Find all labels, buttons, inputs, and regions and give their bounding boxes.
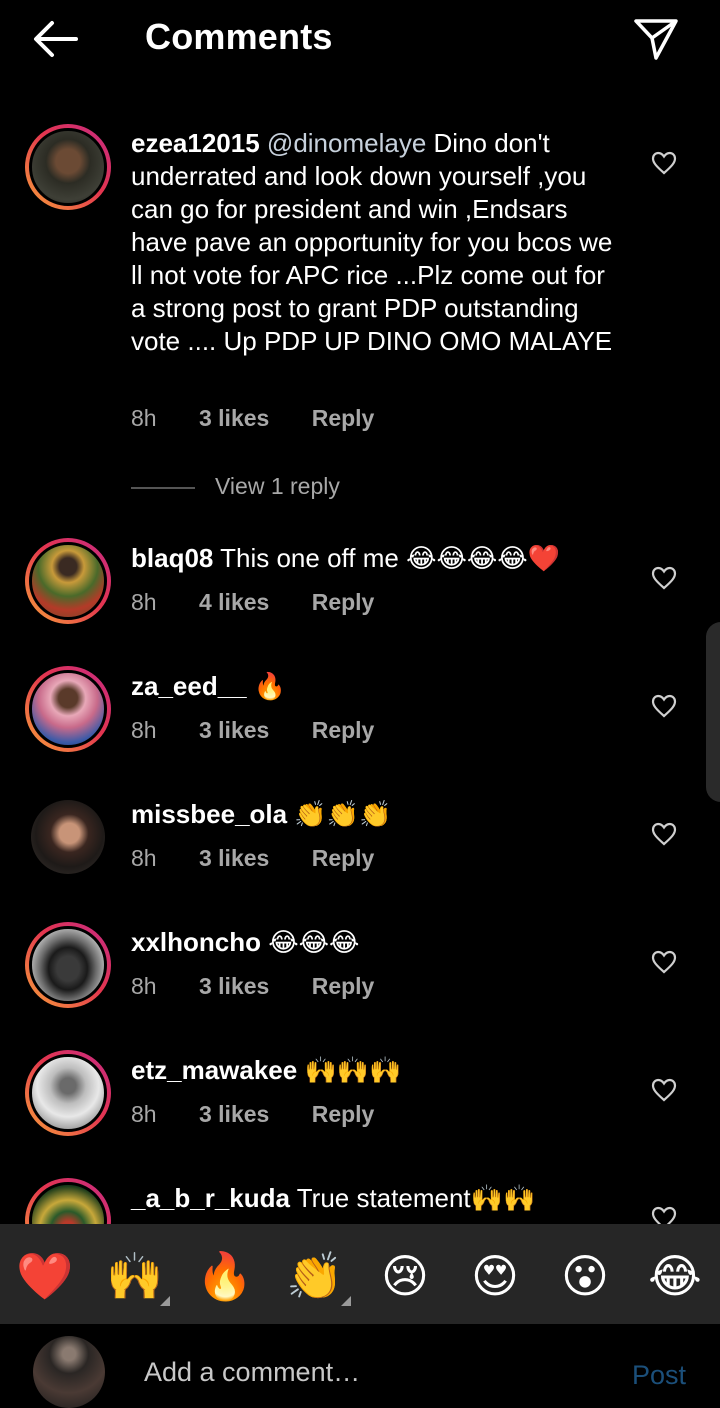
reply-button[interactable]: Reply	[312, 405, 375, 431]
comment-meta: 8h 3 likes Reply	[131, 1101, 410, 1128]
reply-button[interactable]: Reply	[312, 973, 375, 999]
comment-time: 8h	[131, 405, 157, 431]
emoji-heart-eyes-button[interactable]: 😍	[465, 1246, 525, 1306]
comment-username[interactable]: etz_mawakee	[131, 1055, 297, 1085]
comment-body: 😂😂😂	[261, 927, 360, 957]
reply-button[interactable]: Reply	[312, 1101, 375, 1127]
current-user-avatar	[33, 1336, 105, 1408]
comment-username[interactable]: missbee_ola	[131, 799, 287, 829]
avatar[interactable]	[25, 922, 111, 1008]
comment-time: 8h	[131, 845, 157, 871]
comment-likes[interactable]: 3 likes	[199, 845, 269, 871]
avatar[interactable]	[25, 794, 111, 880]
comment-text: missbee_ola 👏👏👏	[131, 798, 621, 831]
comment-likes[interactable]: 3 likes	[199, 405, 269, 431]
emoji-fire-button[interactable]: 🔥	[195, 1246, 255, 1306]
like-button[interactable]	[651, 822, 677, 846]
heart-outline-icon	[651, 694, 677, 718]
comment-text: blaq08 This one off me 😂😂😂😂❤️	[131, 542, 621, 575]
comment-meta: 8h 3 likes Reply	[131, 717, 410, 744]
comment-likes[interactable]: 3 likes	[199, 973, 269, 999]
like-button[interactable]	[651, 1078, 677, 1102]
like-button[interactable]	[651, 694, 677, 718]
like-button[interactable]	[651, 151, 677, 175]
view-replies-link[interactable]: View 1 reply	[131, 473, 340, 503]
like-button[interactable]	[651, 566, 677, 590]
comment-input[interactable]	[144, 1354, 584, 1390]
comment-body: 🙌🙌🙌	[297, 1055, 402, 1085]
emoji-surprised-button[interactable]: 😮	[555, 1246, 615, 1306]
back-arrow-icon	[34, 21, 78, 57]
emoji-clap-button[interactable]: 👏	[285, 1246, 345, 1306]
avatar[interactable]	[25, 1050, 111, 1136]
heart-outline-icon	[651, 822, 677, 846]
comment-time: 8h	[131, 717, 157, 743]
header: Comments	[0, 0, 720, 80]
comment-likes[interactable]: 3 likes	[199, 1101, 269, 1127]
heart-outline-icon	[651, 566, 677, 590]
reply-button[interactable]: Reply	[312, 845, 375, 871]
comment-time: 8h	[131, 589, 157, 615]
comment-time: 8h	[131, 1101, 157, 1127]
comment-text: etz_mawakee 🙌🙌🙌	[131, 1054, 621, 1087]
like-button[interactable]	[651, 950, 677, 974]
comment-body: 👏👏👏	[287, 799, 392, 829]
comment-meta: 8h 3 likes Reply	[131, 405, 410, 432]
comment-meta: 8h 3 likes Reply	[131, 845, 410, 872]
comment-likes[interactable]: 4 likes	[199, 589, 269, 615]
post-button[interactable]: Post	[632, 1360, 686, 1391]
comment-text: ezea12015 @dinomelaye Dino don't underra…	[131, 127, 621, 358]
comment-meta: 8h 3 likes Reply	[131, 973, 410, 1000]
comment-username[interactable]: blaq08	[131, 543, 213, 573]
comment-body: True statement🙌🙌	[289, 1183, 536, 1213]
reply-button[interactable]: Reply	[312, 717, 375, 743]
comment-meta: 8h 4 likes Reply	[131, 589, 410, 616]
emoji-raised-hands-button[interactable]: 🙌	[105, 1246, 165, 1306]
comment-username[interactable]: _a_b_r_kuda	[131, 1183, 290, 1213]
skin-tone-indicator-icon	[341, 1296, 351, 1306]
skin-tone-indicator-icon	[160, 1296, 170, 1306]
emoji-sad-button[interactable]: 😢	[375, 1246, 435, 1306]
comment-likes[interactable]: 3 likes	[199, 717, 269, 743]
comment-time: 8h	[131, 973, 157, 999]
scrollbar-handle[interactable]	[706, 622, 720, 802]
comment-mention[interactable]: @dinomelaye	[267, 128, 426, 158]
comment-username[interactable]: ezea12015	[131, 128, 260, 158]
emoji-quick-bar: ❤️ 🙌 🔥 👏 😢 😍 😮 😂	[0, 1224, 720, 1324]
comment-text: xxlhoncho 😂😂😂	[131, 926, 621, 959]
emoji-laughing-button[interactable]: 😂	[645, 1246, 705, 1306]
reply-button[interactable]: Reply	[312, 589, 375, 615]
heart-outline-icon	[651, 950, 677, 974]
comment-body: Dino don't underrated and look down your…	[131, 128, 613, 356]
comment-text: _a_b_r_kuda True statement🙌🙌	[131, 1182, 621, 1215]
view-reply-label: View 1 reply	[215, 473, 340, 499]
avatar[interactable]	[25, 666, 111, 752]
avatar[interactable]	[25, 538, 111, 624]
comment-body: This one off me 😂😂😂😂❤️	[213, 543, 560, 573]
heart-outline-icon	[651, 151, 677, 175]
comment-username[interactable]: za_eed__	[131, 671, 247, 701]
send-icon	[634, 19, 678, 60]
comment-text: za_eed__ 🔥	[131, 670, 621, 703]
comment-composer: Post	[0, 1324, 720, 1408]
share-button[interactable]	[632, 16, 680, 62]
back-button[interactable]	[30, 18, 82, 60]
comment-body: 🔥	[246, 671, 287, 701]
page-title: Comments	[145, 16, 333, 57]
avatar[interactable]	[25, 124, 111, 210]
comment-username[interactable]: xxlhoncho	[131, 927, 261, 957]
reply-divider	[131, 486, 195, 489]
heart-outline-icon	[651, 1078, 677, 1102]
emoji-heart-button[interactable]: ❤️	[15, 1246, 75, 1306]
